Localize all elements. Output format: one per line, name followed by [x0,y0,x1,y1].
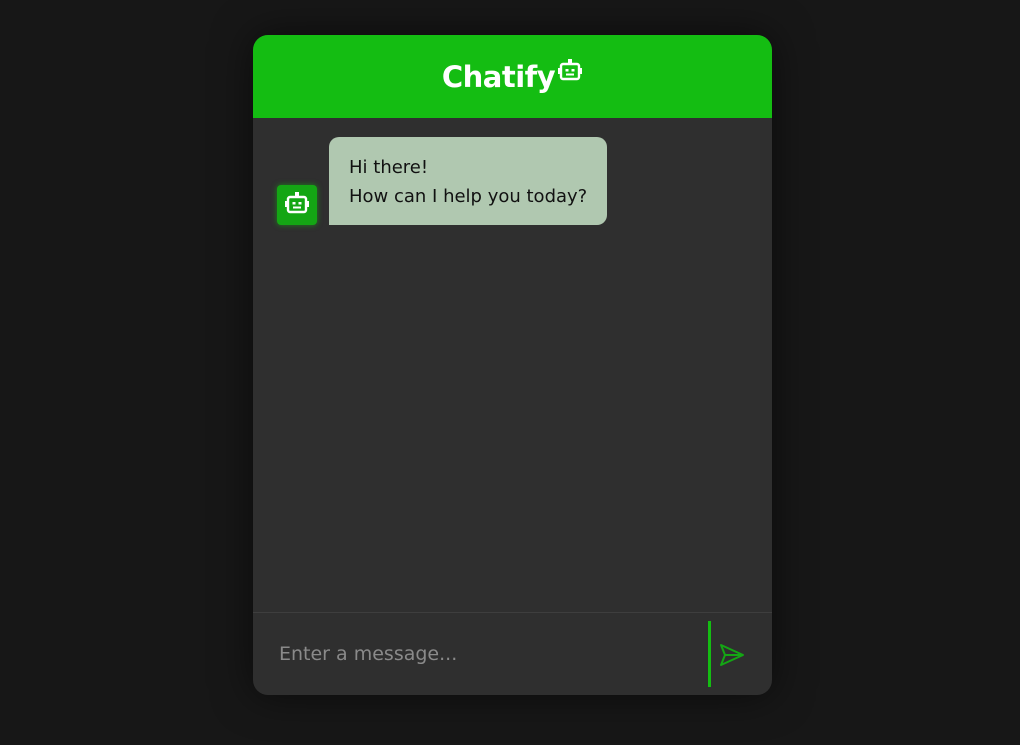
chat-header: Chatify [253,35,772,118]
send-icon [720,644,744,666]
app-title: Chatify [441,59,556,94]
input-focus-bar [708,621,711,687]
message-line: Hi there! [349,157,429,178]
message-input[interactable] [277,633,701,675]
send-button[interactable] [719,642,745,668]
bot-avatar [277,185,317,225]
bot-message: Hi there! How can I help you today? [277,137,608,225]
chat-messages[interactable]: Hi there! How can I help you today? [253,118,772,612]
message-line: How can I help you today? [349,186,588,207]
chatbot-window: Chatify Hi there! How can I help you tod… [253,35,772,695]
chat-input-area [253,612,772,695]
robot-icon [557,57,583,83]
robot-icon [284,190,310,220]
message-bubble: Hi there! How can I help you today? [329,137,608,225]
